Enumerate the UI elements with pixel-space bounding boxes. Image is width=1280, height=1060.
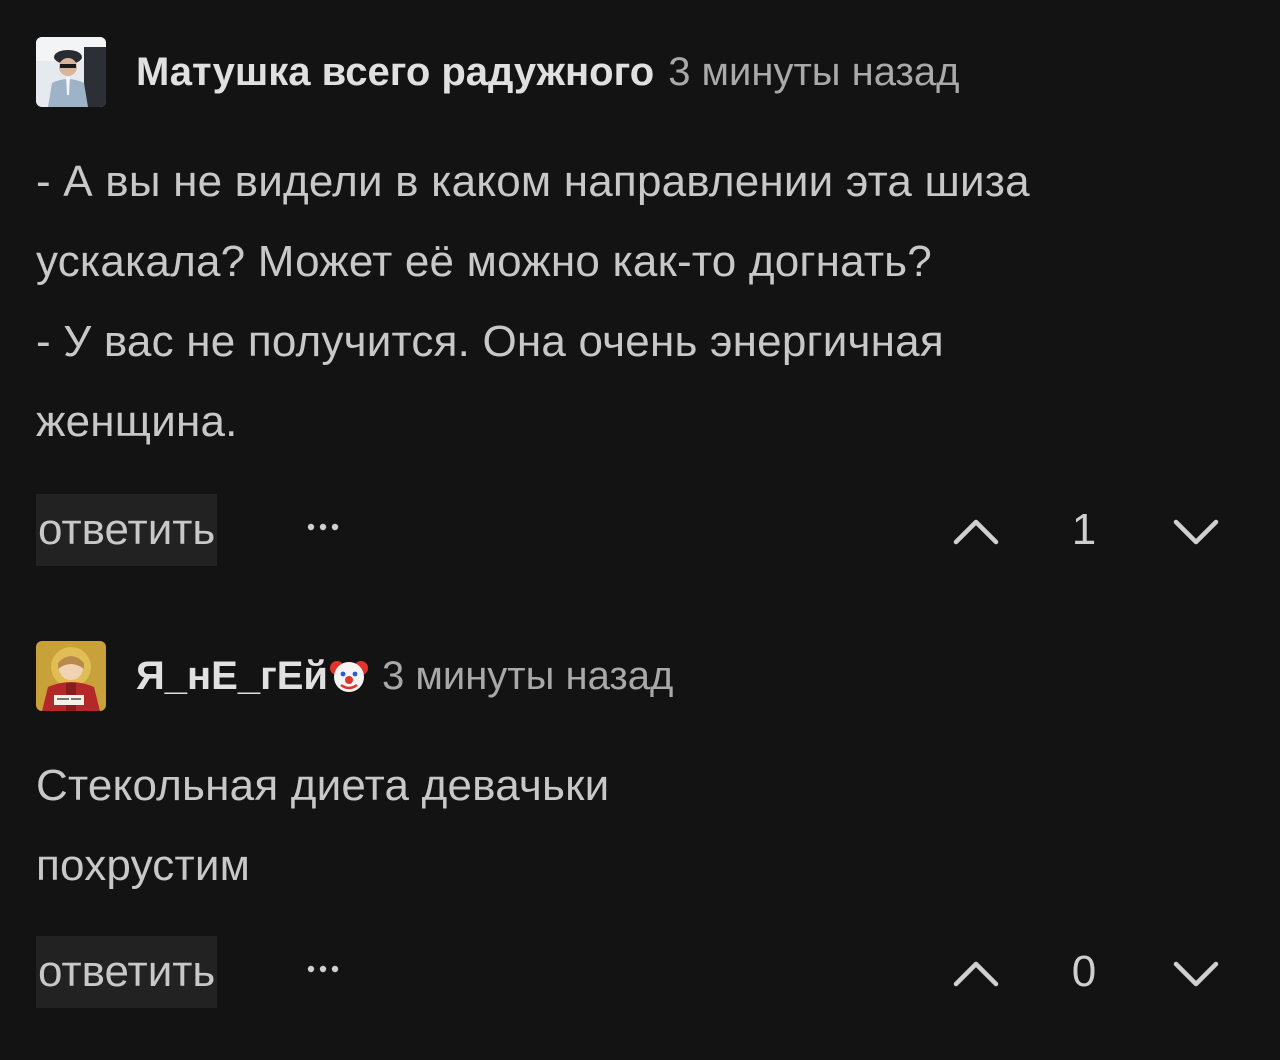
clown-face-emoji-icon bbox=[330, 656, 369, 694]
user-photo-avatar-icon bbox=[36, 37, 106, 107]
more-dots-icon[interactable] bbox=[298, 954, 348, 984]
chevron-up-icon[interactable] bbox=[948, 510, 1004, 550]
comment-text: Стекольная диета девачьки похрустим bbox=[36, 761, 610, 890]
vote-score: 1 bbox=[1071, 505, 1097, 554]
chevron-down-icon[interactable] bbox=[1168, 952, 1224, 992]
author-name[interactable]: Матушка всего радужного bbox=[136, 50, 654, 95]
comment-actions: ответить 0 bbox=[36, 936, 1236, 1008]
vote-score: 0 bbox=[1071, 947, 1097, 996]
comment-timestamp: 3 минуты назад bbox=[668, 49, 960, 94]
avatar[interactable] bbox=[36, 37, 106, 107]
comment-header: Я_нЕ_гЕй 3 минуты назад bbox=[36, 640, 1236, 712]
icon-image-avatar-icon bbox=[36, 641, 106, 711]
comment: Матушка всего радужного 3 минуты назад -… bbox=[36, 36, 1236, 566]
author-name[interactable]: Я_нЕ_гЕй bbox=[136, 653, 369, 699]
comment-timestamp: 3 минуты назад bbox=[382, 653, 674, 698]
chevron-down-icon[interactable] bbox=[1168, 510, 1224, 550]
author-name-text: Я_нЕ_гЕй bbox=[136, 653, 329, 698]
reply-button[interactable]: ответить bbox=[36, 494, 218, 566]
comment-header: Матушка всего радужного 3 минуты назад bbox=[36, 36, 1236, 108]
more-dots-icon[interactable] bbox=[298, 512, 348, 542]
chevron-up-icon[interactable] bbox=[948, 952, 1004, 992]
comment-text: - А вы не видели в каком направлении эта… bbox=[36, 157, 1030, 446]
reply-button[interactable]: ответить bbox=[36, 936, 218, 1008]
comment-actions: ответить 1 bbox=[36, 494, 1236, 566]
avatar[interactable] bbox=[36, 641, 106, 711]
comment: Я_нЕ_гЕй 3 минуты назад Стекольная диета… bbox=[36, 640, 1236, 1008]
